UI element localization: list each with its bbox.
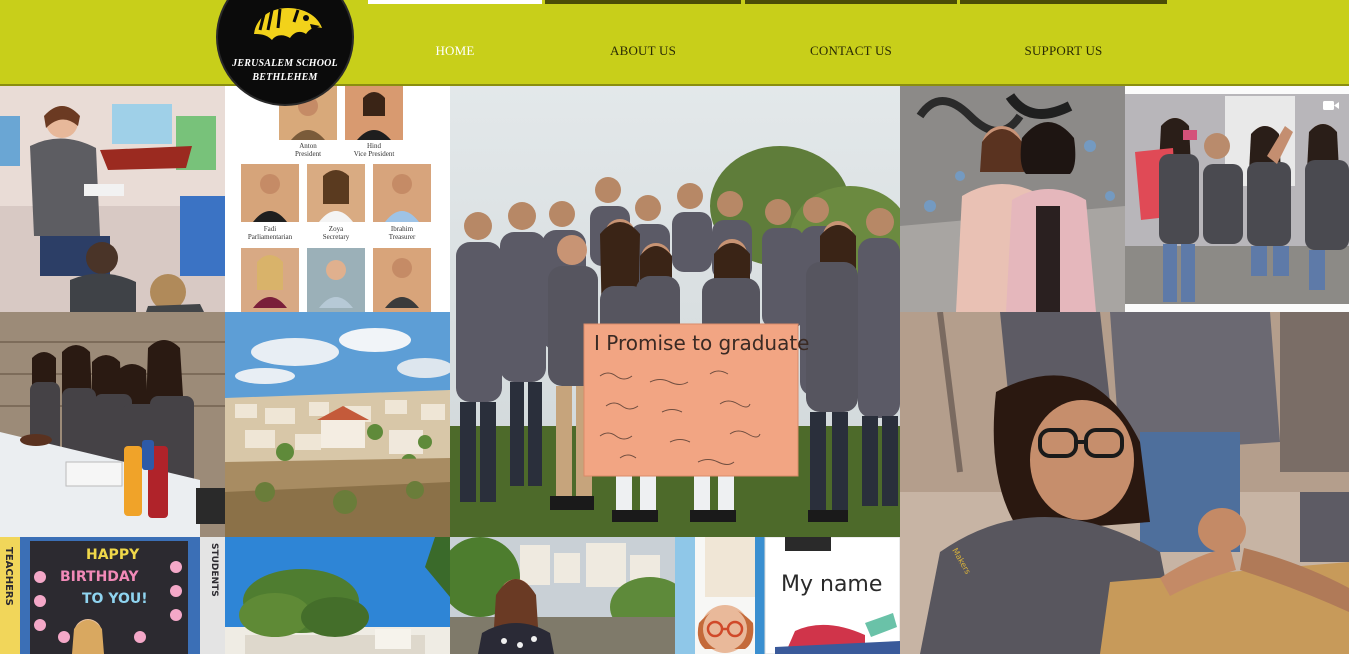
birthday-side-right: STUDENTS — [209, 543, 219, 597]
gallery-photo-classroom-reading[interactable] — [0, 86, 225, 312]
nav-indicator-support — [960, 0, 1167, 4]
nav-support-us[interactable]: SUPPORT US — [960, 43, 1167, 61]
gallery-photo-bethlehem-view[interactable] — [225, 312, 450, 537]
nav-contact-us[interactable]: CONTACT US — [745, 43, 957, 61]
logo-text-line1: JERUSALEM SCHOOL — [232, 58, 338, 69]
birthday-line2: BIRTHDAY — [60, 569, 139, 585]
birthday-side-left: TEACHERS — [3, 547, 14, 606]
gallery-photo-promise-to-graduate[interactable]: I Promise to graduate — [450, 86, 900, 537]
nav-indicator-about — [545, 0, 741, 4]
gallery-photo-my-name-class[interactable]: My name — [675, 537, 900, 654]
gallery-video-students-outside[interactable] — [1125, 86, 1349, 312]
gallery-photo-arm-wrestling[interactable]: Makers — [900, 312, 1349, 654]
promise-sign-text: I Promise to graduate — [594, 331, 810, 355]
nav-indicator-contact — [745, 0, 957, 4]
leader-caption-2: Hind Vice President — [353, 142, 395, 158]
nav-about-us[interactable]: ABOUT US — [545, 43, 741, 61]
leader-caption-3: Fadi Parliamentarian — [247, 225, 293, 241]
leader-caption-1: Anton President — [294, 142, 322, 158]
video-camera-icon[interactable] — [1323, 100, 1339, 111]
leader-caption-5: Ibrahim Treasurer — [388, 225, 416, 241]
leader-caption-4: Zoya Secretary — [322, 225, 350, 241]
site-header: HOME ABOUT US CONTACT US SUPPORT US — [0, 0, 1349, 86]
gallery-photo-bake-sale[interactable] — [0, 312, 225, 537]
tiger-head-icon — [254, 8, 322, 40]
logo-text-line2: BETHLEHEM — [252, 72, 318, 83]
gallery-photo-birthday-board[interactable]: HAPPY BIRTHDAY TO YOU! TEACHERS STUDENTS — [0, 537, 225, 654]
nav-indicator-home — [368, 0, 542, 4]
birthday-line1: HAPPY — [86, 547, 140, 563]
nav-home[interactable]: HOME — [368, 43, 542, 61]
my-name-sign-text: My name — [781, 572, 882, 597]
gallery-photo-school-building[interactable] — [225, 537, 450, 654]
birthday-line3: TO YOU! — [82, 591, 148, 607]
gallery-student-council[interactable]: Anton President Hind Vice President Fadi Pa… — [225, 86, 450, 312]
gallery-photo-teacher-outdoors[interactable] — [450, 537, 675, 654]
gallery-photo-two-women[interactable] — [900, 86, 1125, 312]
